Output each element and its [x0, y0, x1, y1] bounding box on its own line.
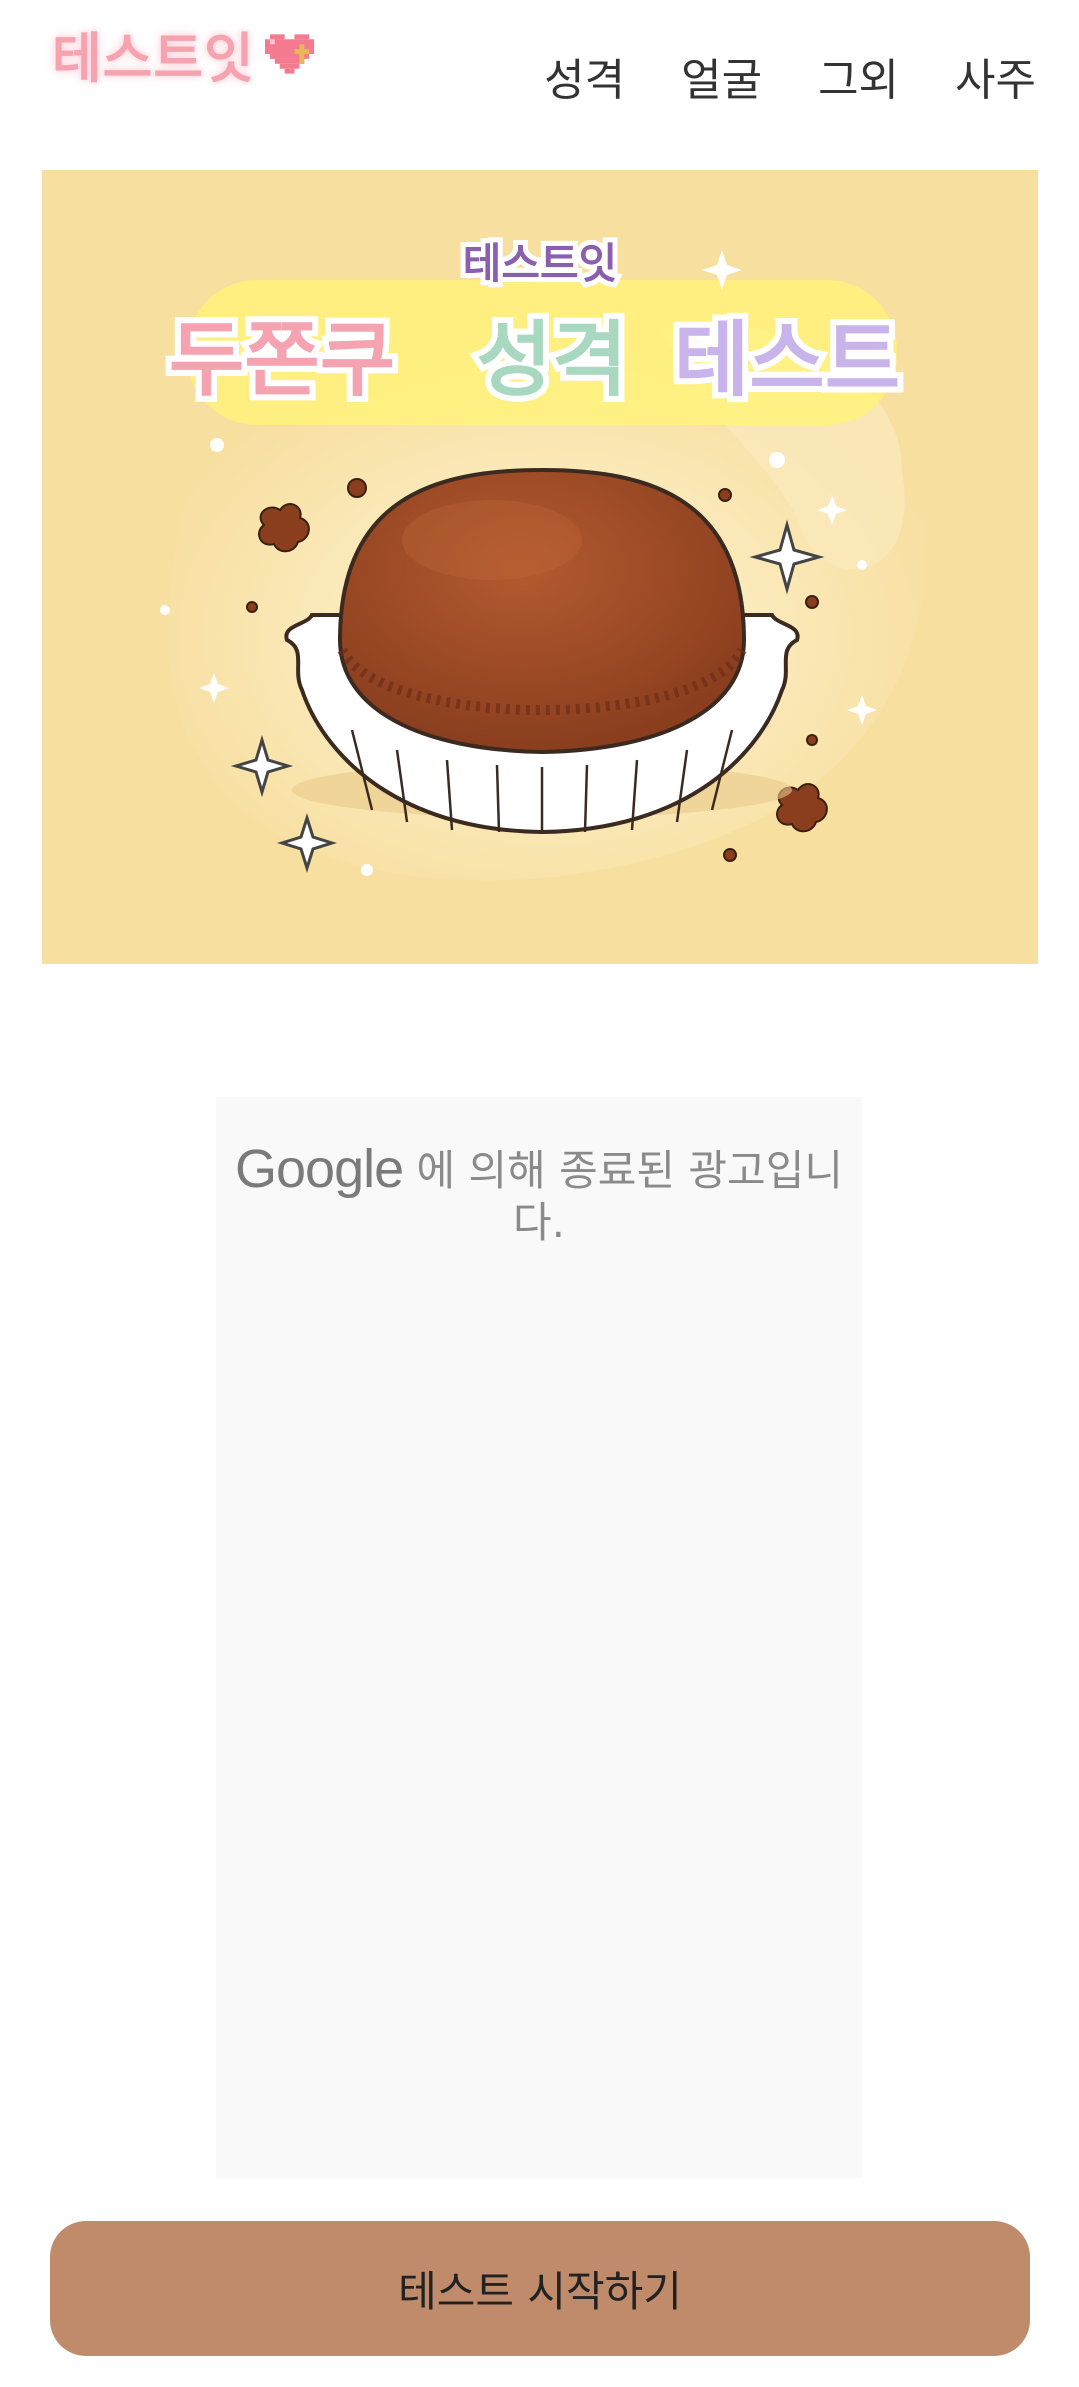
- nav-personality[interactable]: 성격: [544, 44, 625, 108]
- ad-placeholder: Google 에 의해 종료된 광고입니다.: [216, 1097, 862, 2178]
- page: 테스트잇 성격 얼굴 그외 사주 테스트잇 두쫀쿠 성격 테스트 Google …: [0, 0, 1079, 2387]
- ad-closed-message: Google 에 의해 종료된 광고입니다.: [216, 1142, 862, 1249]
- ad-message: 에 의해 종료된 광고입니다.: [416, 1146, 843, 1247]
- hero-title-part2: 성격: [477, 313, 628, 408]
- hero-title-part1: 두쫀쿠: [169, 313, 395, 408]
- pixel-heart-icon: [264, 28, 319, 80]
- start-test-button[interactable]: 테스트 시작하기: [50, 2221, 1030, 2356]
- nav-saju[interactable]: 사주: [955, 44, 1036, 108]
- nav-face[interactable]: 얼굴: [681, 44, 762, 108]
- site-logo[interactable]: 테스트잇: [52, 14, 319, 93]
- logo-text: 테스트잇: [52, 27, 255, 90]
- top-nav: 성격 얼굴 그외 사주: [544, 44, 1036, 108]
- hero-image: 테스트잇 두쫀쿠 성격 테스트: [42, 170, 1038, 964]
- google-logo-text: Google: [235, 1139, 404, 1199]
- start-test-label: 테스트 시작하기: [398, 2267, 682, 2316]
- nav-other[interactable]: 그외: [818, 44, 899, 108]
- hero-title-part3: 테스트: [674, 313, 900, 408]
- hero-small-title: 테스트잇: [463, 239, 618, 288]
